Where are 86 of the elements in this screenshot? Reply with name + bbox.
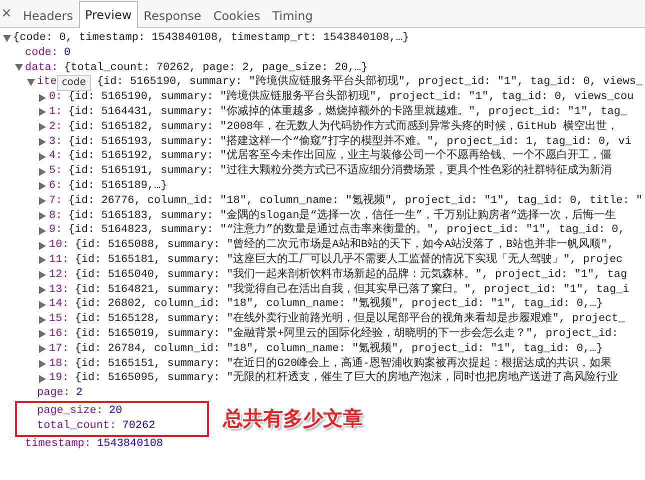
property-key: 19: [49,371,69,386]
property-value: {code: 0, timestamp: 1543840108, timestamp_rt: 1543840108,…} [13,31,410,46]
property-key: 17: [49,342,69,357]
property-value: {id: 5165191, summary: "过往大颗粒分类方式已不适应细分消费场景，更具个性色彩的社群特征成为新消 [68,164,612,179]
tooltip: code [56,74,91,91]
expand-arrow-icon[interactable] [39,330,46,338]
tab[interactable]: Preview [78,1,138,28]
expand-arrow-icon[interactable] [39,94,46,102]
expand-arrow-icon[interactable] [3,34,11,42]
property-value: {id: 5165183, summary: "金隅的slogan是“选择一次，信任一生”，千万别让购房者“选择一次，后悔一生 [68,208,616,222]
property-value: 70262 [122,418,156,434]
property-key: 13: [49,282,69,298]
property-value: {id: 5165190, summary: "跨境供应链服务平台头部初现", project_id: "1", tag_id: 0, views_ [96,75,643,90]
property-value: {id: 5165181, summary: "这座巨大的工厂可以几乎不需要人工监督的情况下实现「无人驾驶」", projec [74,252,623,268]
expand-arrow-icon[interactable] [39,256,46,264]
tab[interactable]: Timing [266,3,319,28]
property-value: {id: 5164821, summary: "我觉得自己在活出自我，但其实早已落了窠臼。", project_id: "1", tag_i [74,282,630,297]
property-value: {id: 5164431, summary: "你减掉的体重越多，燃烧掉额外的卡路里就越难。", project_id: "1", tag_ [68,104,628,120]
property-value: 2 [76,386,83,401]
property-key: 15: [49,312,69,327]
property-value: 0 [64,46,71,61]
expand-arrow-icon[interactable] [39,108,46,116]
tab[interactable]: Response [138,3,208,28]
property-value: {id: 5165190, summary: "跨境供应链服务平台头部初现", project_id: "1", tag_id: 0, views_cou [68,90,634,104]
tab[interactable]: Headers [17,3,79,28]
property-key: 8: [49,208,62,224]
property-value: {id: 5165095, summary: "无限的杠杆透支，催生了巨大的房地产泡沫，同时也把房地产送进了高风险行业 [74,371,618,386]
expand-arrow-icon[interactable] [39,152,46,161]
property-key: 9: [49,223,62,238]
property-value: {id: 5164823, summary: "“注意力”的数量是通过点击率来衡量的。", project_id: "1", tag_id: 0, [68,223,625,238]
expand-arrow-icon[interactable] [39,138,46,146]
property-value: 1543840108 [97,436,164,452]
expand-arrow-icon[interactable] [39,242,46,250]
expand-arrow-icon[interactable] [39,271,46,280]
property-value: {id: 5165128, summary: "在线外卖行业前路光明，但是以尾部平台的视角来看却是步履艰难", project_ [74,312,625,326]
property-key: 0: [49,90,62,105]
expand-arrow-icon[interactable] [39,360,46,368]
expand-arrow-icon[interactable] [39,197,46,206]
expand-arrow-icon[interactable] [27,79,35,86]
property-value: 20 [109,404,122,419]
property-value: {id: 26802, column_id: "18", column_name: "氪视频", project_id: "1", tag_id: 0,…} [74,297,603,312]
close-button[interactable]: × [1,1,13,27]
expand-arrow-icon[interactable] [39,300,46,309]
expand-arrow-icon[interactable] [15,64,23,72]
property-key: page_size: [37,404,104,419]
annotation-text: 总共有多少文章 [223,405,363,432]
property-key: data: [25,60,58,76]
expand-arrow-icon[interactable] [39,168,46,176]
property-value: {id: 5165040, summary: "我们一起来剖析饮料市场新起的品牌：元気森林。", project_id: "1", tag [74,268,628,282]
tab[interactable]: Cookies [207,3,266,28]
property-key: 5: [49,164,62,179]
property-key: 2: [49,120,62,135]
property-value: {id: 26776, column_id: "18", column_name: "氪视频", project_id: "1", tag_id: 0, title: " [68,194,642,208]
property-key: 11: [49,252,69,268]
property-key: 6: [49,178,62,194]
expand-arrow-icon[interactable] [39,182,46,190]
property-key: 1: [49,104,62,120]
property-key: total_count: [37,418,116,434]
property-key: 10: [49,238,69,253]
expand-arrow-icon[interactable] [39,212,46,220]
expand-arrow-icon[interactable] [39,374,46,383]
expand-arrow-icon[interactable] [39,316,46,324]
property-key: 4: [49,149,62,164]
property-key: code: [25,46,58,61]
property-value: {id: 5165193, summary: "搭建这样一个“偷窥”打字的模型并不难。", project_id: 1, tag_id: 0, vi [68,134,632,148]
property-value: {id: 5165182, summary: "2008年，在无数人为代码协作方式而感到异常头疼的时候，GitHub 横空出世， [68,120,618,134]
property-key: 14: [49,297,69,312]
property-key: 18: [49,356,69,372]
property-value: {id: 26784, column_id: "18", column_name: "氪视频", project_id: "1", tag_id: 0,…} [74,342,603,356]
property-value: {id: 5165088, summary: "曾经的二次元市场是A站和B站的天下，如今A站没落了，B站也并非一帆风顺", [74,238,614,252]
property-key: 7: [49,194,62,209]
property-key: page: [37,386,70,401]
expand-arrow-icon[interactable] [39,286,46,294]
property-key: 3: [49,134,62,150]
property-key: 12: [49,268,69,283]
property-value: {total_count: 70262, page: 2, page_size: 20,…} [64,60,368,74]
property-key: timestamp: [25,436,92,452]
property-key: ite [37,75,57,90]
expand-arrow-icon[interactable] [39,345,46,354]
property-value: {id: 5165189,…} [68,178,168,194]
property-value: {id: 5165151, summary: "在近日的G20峰会上，高通-恩智浦收购案被再次提起：根据达成的共识，如果 [74,356,612,370]
property-key: 16: [49,326,69,342]
property-value: {id: 5165192, summary: "优居客至今未作出回应，业主与装修公司一个不愿再给钱、一个不愿白开工，僵 [68,149,612,164]
property-value: {id: 5165019, summary: "金融背景+阿里云的国际化经验，胡晓明的下一步会怎么走？", project_id: [74,326,618,342]
expand-arrow-icon[interactable] [39,123,46,132]
expand-arrow-icon[interactable] [39,226,46,235]
